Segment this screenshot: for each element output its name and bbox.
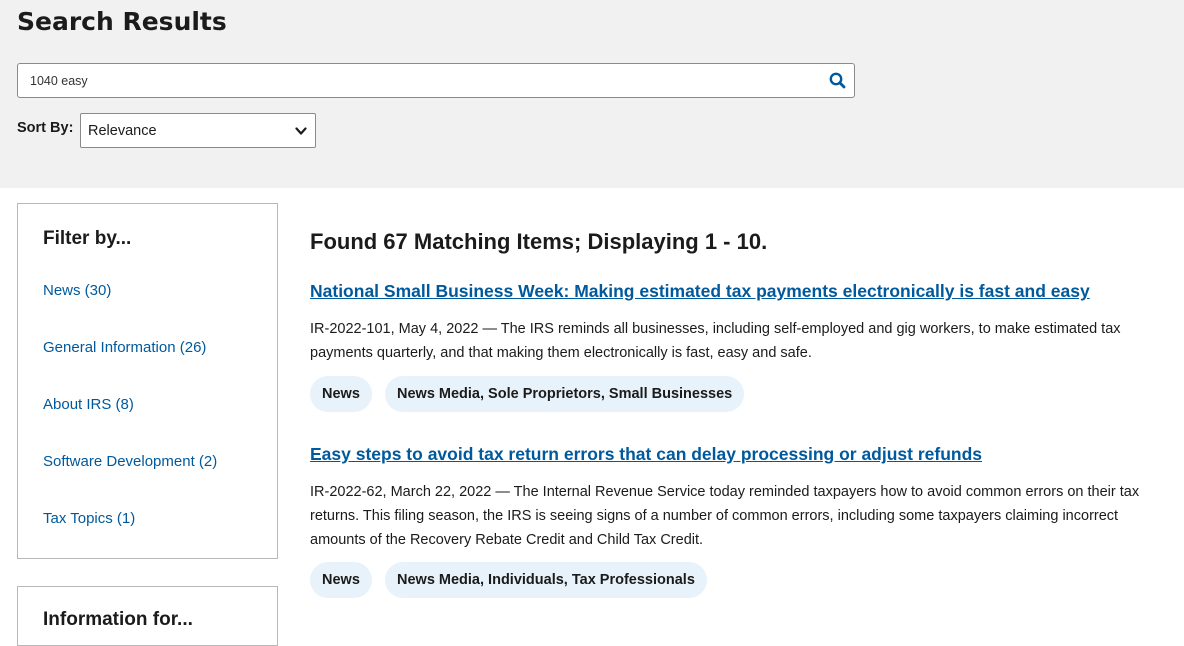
results-count-heading: Found 67 Matching Items; Displaying 1 - … <box>310 229 768 254</box>
result-description: IR-2022-62, March 22, 2022 — The Interna… <box>310 484 1140 548</box>
sort-label: Sort By: <box>17 120 74 136</box>
result-tag: News <box>310 562 372 598</box>
information-for-title: Information for... <box>43 609 193 630</box>
filter-item-about-irs[interactable]: About IRS (8) <box>43 396 134 413</box>
filter-item-tax-topics[interactable]: Tax Topics (1) <box>43 510 135 527</box>
filter-item-general-information[interactable]: General Information (26) <box>43 339 206 356</box>
sort-select[interactable]: Relevance <box>80 113 316 148</box>
result-tag: News <box>310 376 372 412</box>
search-box <box>17 63 855 98</box>
filter-item-software-development[interactable]: Software Development (2) <box>43 453 217 470</box>
search-input[interactable] <box>30 64 820 97</box>
result-tag: News Media, Individuals, Tax Professiona… <box>385 562 707 598</box>
result-title-link[interactable]: Easy steps to avoid tax return errors th… <box>310 444 982 465</box>
result-title-link[interactable]: National Small Business Week: Making est… <box>310 281 1090 302</box>
result-description: IR-2022-101, May 4, 2022 — The IRS remin… <box>310 321 1121 361</box>
filter-item-news[interactable]: News (30) <box>43 282 111 299</box>
search-icon <box>829 72 846 89</box>
filter-title: Filter by... <box>43 228 132 249</box>
chevron-down-icon <box>295 127 307 135</box>
filter-panel: Filter by... News (30) General Informati… <box>17 203 278 559</box>
result-tag: News Media, Sole Proprietors, Small Busi… <box>385 376 745 412</box>
sort-selected-value: Relevance <box>88 123 157 139</box>
search-header: Search Results Sort By: Relevance <box>0 0 1184 188</box>
information-for-panel: Information for... <box>17 586 278 646</box>
page-title: Search Results <box>17 7 227 36</box>
search-button[interactable] <box>828 71 848 91</box>
